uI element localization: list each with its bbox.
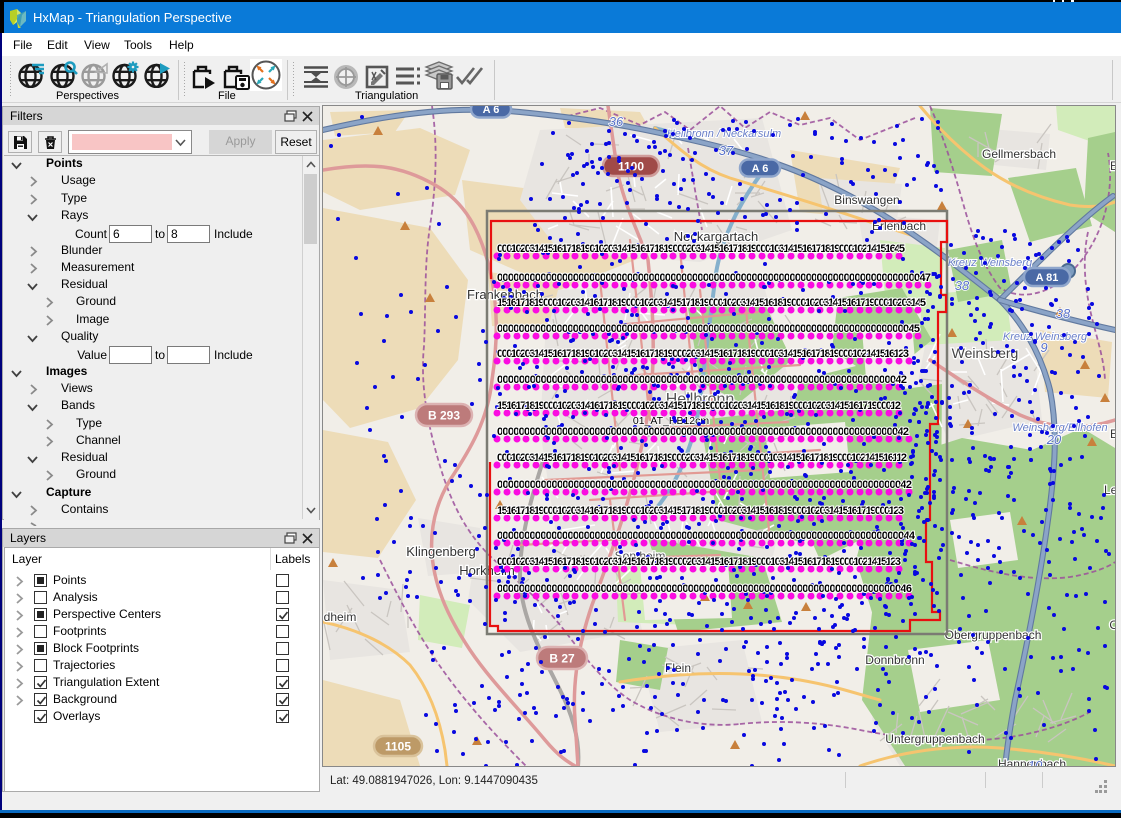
svg-text:Eb: Eb: [1110, 159, 1115, 173]
svg-text:B 27: B 27: [549, 651, 575, 665]
svg-text:151617181900010203141617181900: 1516171819000102031416171819000102031415…: [497, 297, 926, 309]
svg-text:dheim: dheim: [324, 610, 357, 624]
svg-text:000000000000000000000000000000: 0000000000000000000000000000000000000000…: [497, 479, 912, 491]
svg-text:Binswangen: Binswangen: [834, 193, 899, 207]
svg-text:36: 36: [609, 114, 624, 129]
svg-text:Gellmersbach: Gellmersbach: [982, 147, 1056, 161]
svg-text:000102031415161718190102031415: 0001020314151617181901020314151617181900…: [497, 556, 901, 568]
svg-text:10: 10: [1028, 758, 1043, 766]
svg-text:1105: 1105: [385, 739, 411, 753]
svg-text:000000000000000000000000000000: 0000000000000000000000000000000000000000…: [497, 374, 907, 386]
svg-text:A 6: A 6: [752, 163, 769, 175]
svg-text:Donnbronn: Donnbronn: [865, 653, 924, 667]
svg-text:B 293: B 293: [428, 408, 460, 422]
svg-text:Kreuz Weinsberg: Kreuz Weinsberg: [948, 257, 1033, 269]
svg-text:151617181900010203141617181900: 1516171819000102031416171819000102031415…: [497, 400, 901, 412]
svg-text:38: 38: [955, 278, 970, 293]
svg-text:000000000000000000000000000000: 0000000000000000000000000000000000000000…: [497, 426, 909, 438]
svg-text:Klingenberg: Klingenberg: [406, 544, 475, 559]
svg-text:000000000000000000000000000000: 0000000000000000000000000000000000000000…: [497, 530, 916, 542]
svg-text:37: 37: [719, 143, 734, 158]
svg-text:000102031415161718190102031415: 0001020314151617181901020314151617181900…: [497, 348, 909, 360]
svg-text:9: 9: [1040, 340, 1047, 355]
svg-text:000102031415161718190102031415: 0001020314151617181901020314151617181900…: [497, 452, 907, 464]
svg-text:38: 38: [1056, 306, 1071, 321]
svg-text:A 81: A 81: [1036, 272, 1059, 284]
svg-text:000000000000000000000000000000: 0000000000000000000000000000000000000000…: [497, 583, 912, 595]
svg-text:O: O: [1109, 618, 1115, 632]
svg-text:Untergruppenbach: Untergruppenbach: [885, 732, 984, 746]
svg-text:000102031415161718190102031415: 0001020314151617181901020314151617181900…: [497, 243, 905, 255]
svg-text:El: El: [1110, 427, 1115, 441]
svg-text:151617181900010203141617181900: 1516171819000102031416171819000102031415…: [497, 505, 904, 517]
svg-text:000000000000000000000000000000: 0000000000000000000000000000000000000000…: [497, 272, 931, 284]
svg-text:A 6: A 6: [483, 106, 500, 116]
svg-text:000000000000000000000000000000: 0000000000000000000000000000000000000000…: [497, 323, 920, 335]
